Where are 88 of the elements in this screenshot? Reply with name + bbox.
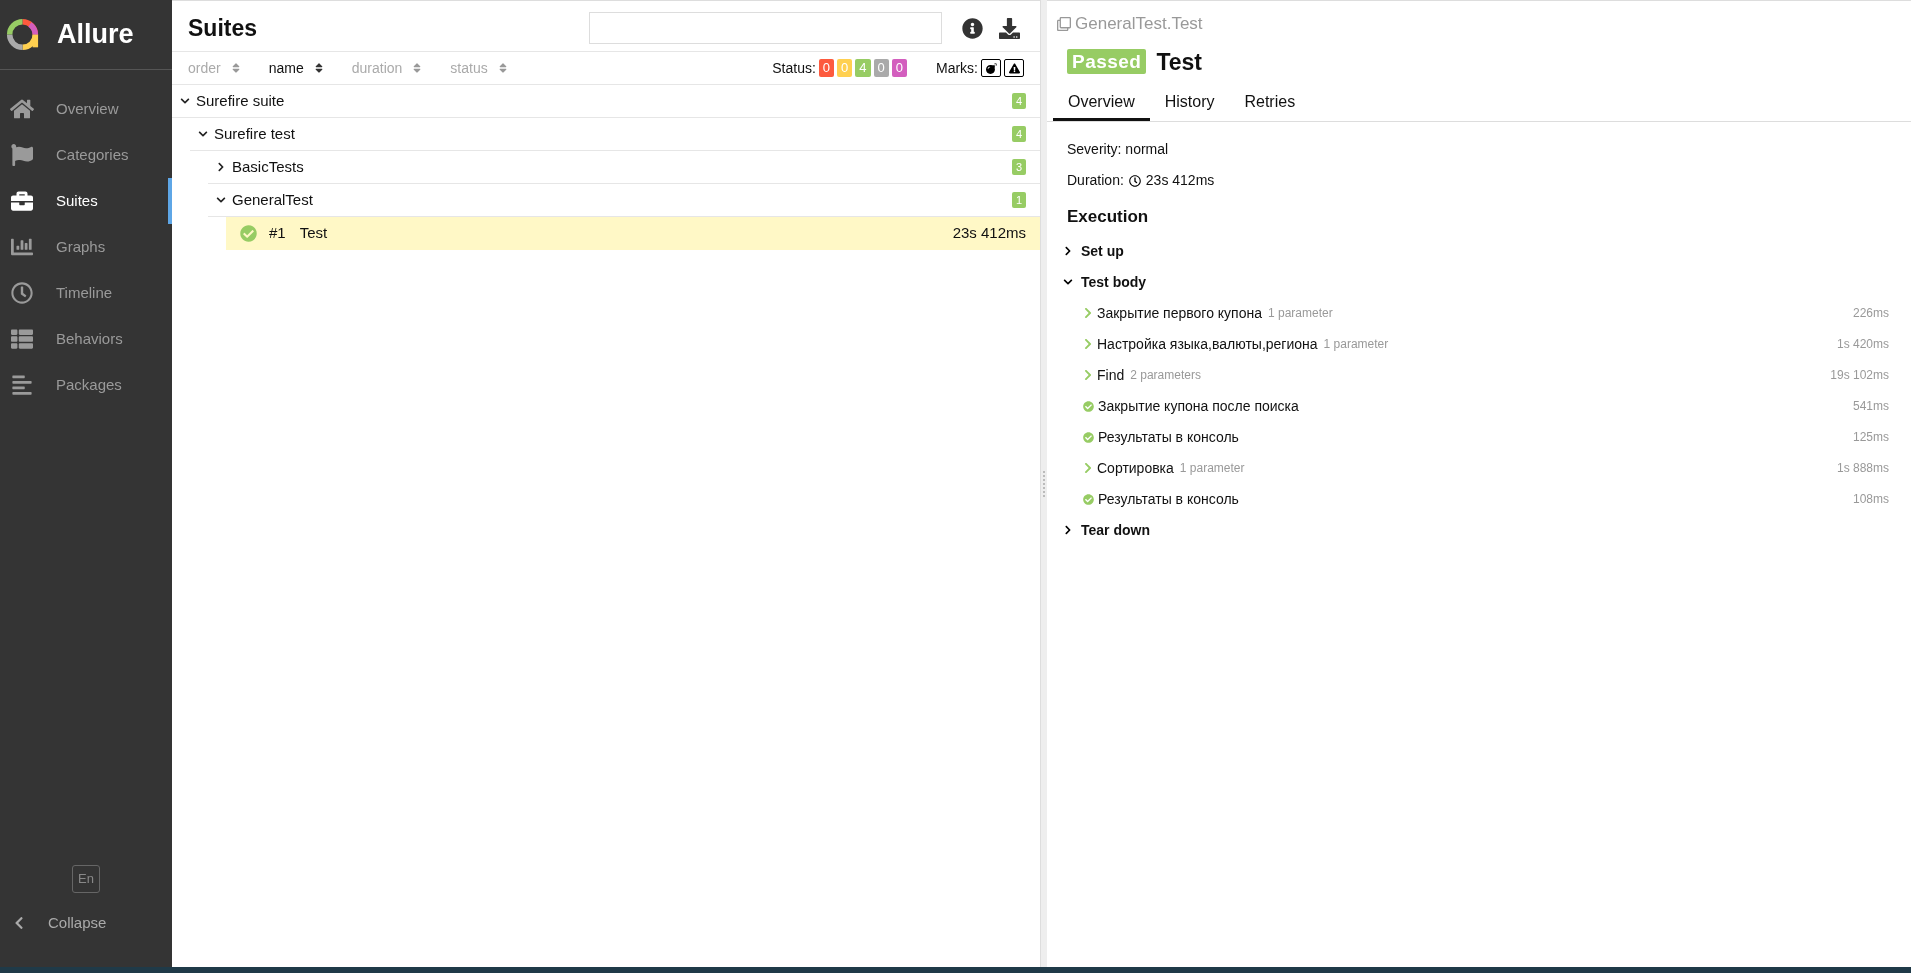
tree-group-name[interactable]: GeneralTest — [232, 188, 313, 212]
nav-item[interactable]: Overview — [0, 86, 172, 132]
duration-value: 23s 412ms — [1145, 171, 1215, 190]
step-parameters: 1 parameter — [1179, 460, 1245, 477]
step-name[interactable]: Закрытие купона после поиска — [1098, 395, 1299, 417]
language-button[interactable]: En — [72, 865, 100, 893]
passed-icon — [1083, 400, 1094, 412]
step-parameters: 1 parameter — [1268, 305, 1333, 322]
bar-chart-icon — [10, 236, 34, 258]
download-icon[interactable] — [999, 17, 1020, 39]
home-icon — [10, 98, 34, 120]
duration-label: Duration: — [1067, 171, 1124, 190]
app-logo-text: Allure — [57, 18, 134, 52]
tab[interactable]: Retries — [1229, 85, 1311, 121]
step-duration: 541ms — [1852, 398, 1889, 415]
sort-icon — [230, 62, 241, 74]
clock-icon — [1128, 174, 1141, 187]
sort-icon — [497, 62, 508, 74]
passed-icon — [240, 225, 257, 242]
nav-item[interactable]: Suites — [0, 178, 172, 224]
step-name[interactable]: Настройка языка,валюты,региона — [1097, 333, 1318, 355]
step-duration: 108ms — [1852, 491, 1889, 508]
step-duration: 1s 420ms — [1836, 336, 1889, 353]
flag-icon — [10, 144, 34, 166]
tree-group-name[interactable]: Surefire suite — [196, 89, 285, 113]
sort-icon — [313, 62, 324, 74]
passed-icon — [1083, 493, 1094, 505]
test-name: Test — [299, 223, 328, 244]
count-badge: 3 — [1011, 159, 1026, 175]
step-duration: 1s 888ms — [1836, 460, 1889, 477]
nav-item[interactable]: Packages — [0, 362, 172, 408]
step-duration: 19s 102ms — [1830, 367, 1889, 384]
test-path: GeneralTest.Test — [1075, 13, 1203, 35]
search-field[interactable] — [589, 12, 942, 44]
step-name[interactable]: Результаты в консоль — [1098, 488, 1239, 510]
warning-icon[interactable] — [1004, 59, 1024, 77]
briefcase-icon — [10, 190, 34, 212]
passed-icon — [1083, 431, 1094, 443]
info-icon[interactable] — [962, 17, 983, 39]
tree-group-name[interactable]: BasicTests — [232, 155, 304, 179]
test-row[interactable]: #1 Test 23s 412ms — [226, 217, 1040, 250]
chevron-right-icon[interactable] — [216, 162, 226, 172]
copy-icon[interactable] — [1057, 16, 1071, 31]
stage-header[interactable]: Set up — [1063, 235, 1891, 267]
count-badge: 1 — [1011, 192, 1026, 208]
status-badge: Passed — [1067, 49, 1147, 75]
test-number: #1 — [269, 223, 286, 244]
step-parameters: 2 parameters — [1130, 367, 1201, 384]
step-name[interactable]: Сортировка — [1097, 457, 1174, 479]
tab[interactable]: History — [1149, 85, 1230, 121]
count-badge: 4 — [1011, 126, 1026, 142]
test-title: Test — [1156, 47, 1202, 77]
nav-item[interactable]: Behaviors — [0, 316, 172, 362]
nav-item[interactable]: Categories — [0, 132, 172, 178]
severity-text: Severity: normal — [1067, 140, 1170, 159]
section-heading: Execution — [1067, 206, 1150, 228]
tree-group-name[interactable]: Surefire test — [214, 122, 295, 146]
marks-label: Marks: — [936, 58, 978, 78]
sort-button[interactable]: name — [268, 57, 324, 79]
step-name[interactable]: Закрытие первого купона — [1097, 302, 1262, 324]
chevron-down-icon[interactable] — [198, 129, 208, 139]
nav-item[interactable]: Graphs — [0, 224, 172, 270]
test-duration: 23s 412ms — [952, 223, 1026, 244]
chevron-right-icon — [1063, 525, 1073, 535]
step-duration: 125ms — [1852, 429, 1889, 446]
chevron-down-icon[interactable] — [180, 96, 190, 106]
clock-icon — [10, 282, 34, 304]
page-title: Suites — [188, 13, 258, 43]
collapse-button[interactable]: Collapse — [0, 903, 172, 943]
stage-header[interactable]: Tear down — [1063, 514, 1891, 546]
nav-item[interactable]: Timeline — [0, 270, 172, 316]
stage-header[interactable]: Test body — [1063, 266, 1891, 298]
tab[interactable]: Overview — [1053, 85, 1150, 121]
chevron-right-icon — [1063, 246, 1073, 256]
step-name[interactable]: Find — [1097, 364, 1125, 386]
sort-icon — [412, 62, 423, 74]
chevron-left-icon — [14, 916, 24, 930]
step-parameters: 1 parameter — [1323, 336, 1389, 353]
step-name[interactable]: Результаты в консоль — [1098, 426, 1239, 448]
list-icon — [10, 328, 34, 350]
bomb-icon[interactable] — [981, 59, 1001, 77]
chevron-down-icon — [1063, 277, 1073, 287]
lines-icon — [10, 374, 34, 396]
logo-icon — [6, 18, 39, 51]
chevron-down-icon[interactable] — [216, 195, 226, 205]
step-duration: 226ms — [1852, 305, 1889, 322]
status-label: Status: — [772, 58, 816, 78]
count-badge: 4 — [1011, 93, 1026, 109]
